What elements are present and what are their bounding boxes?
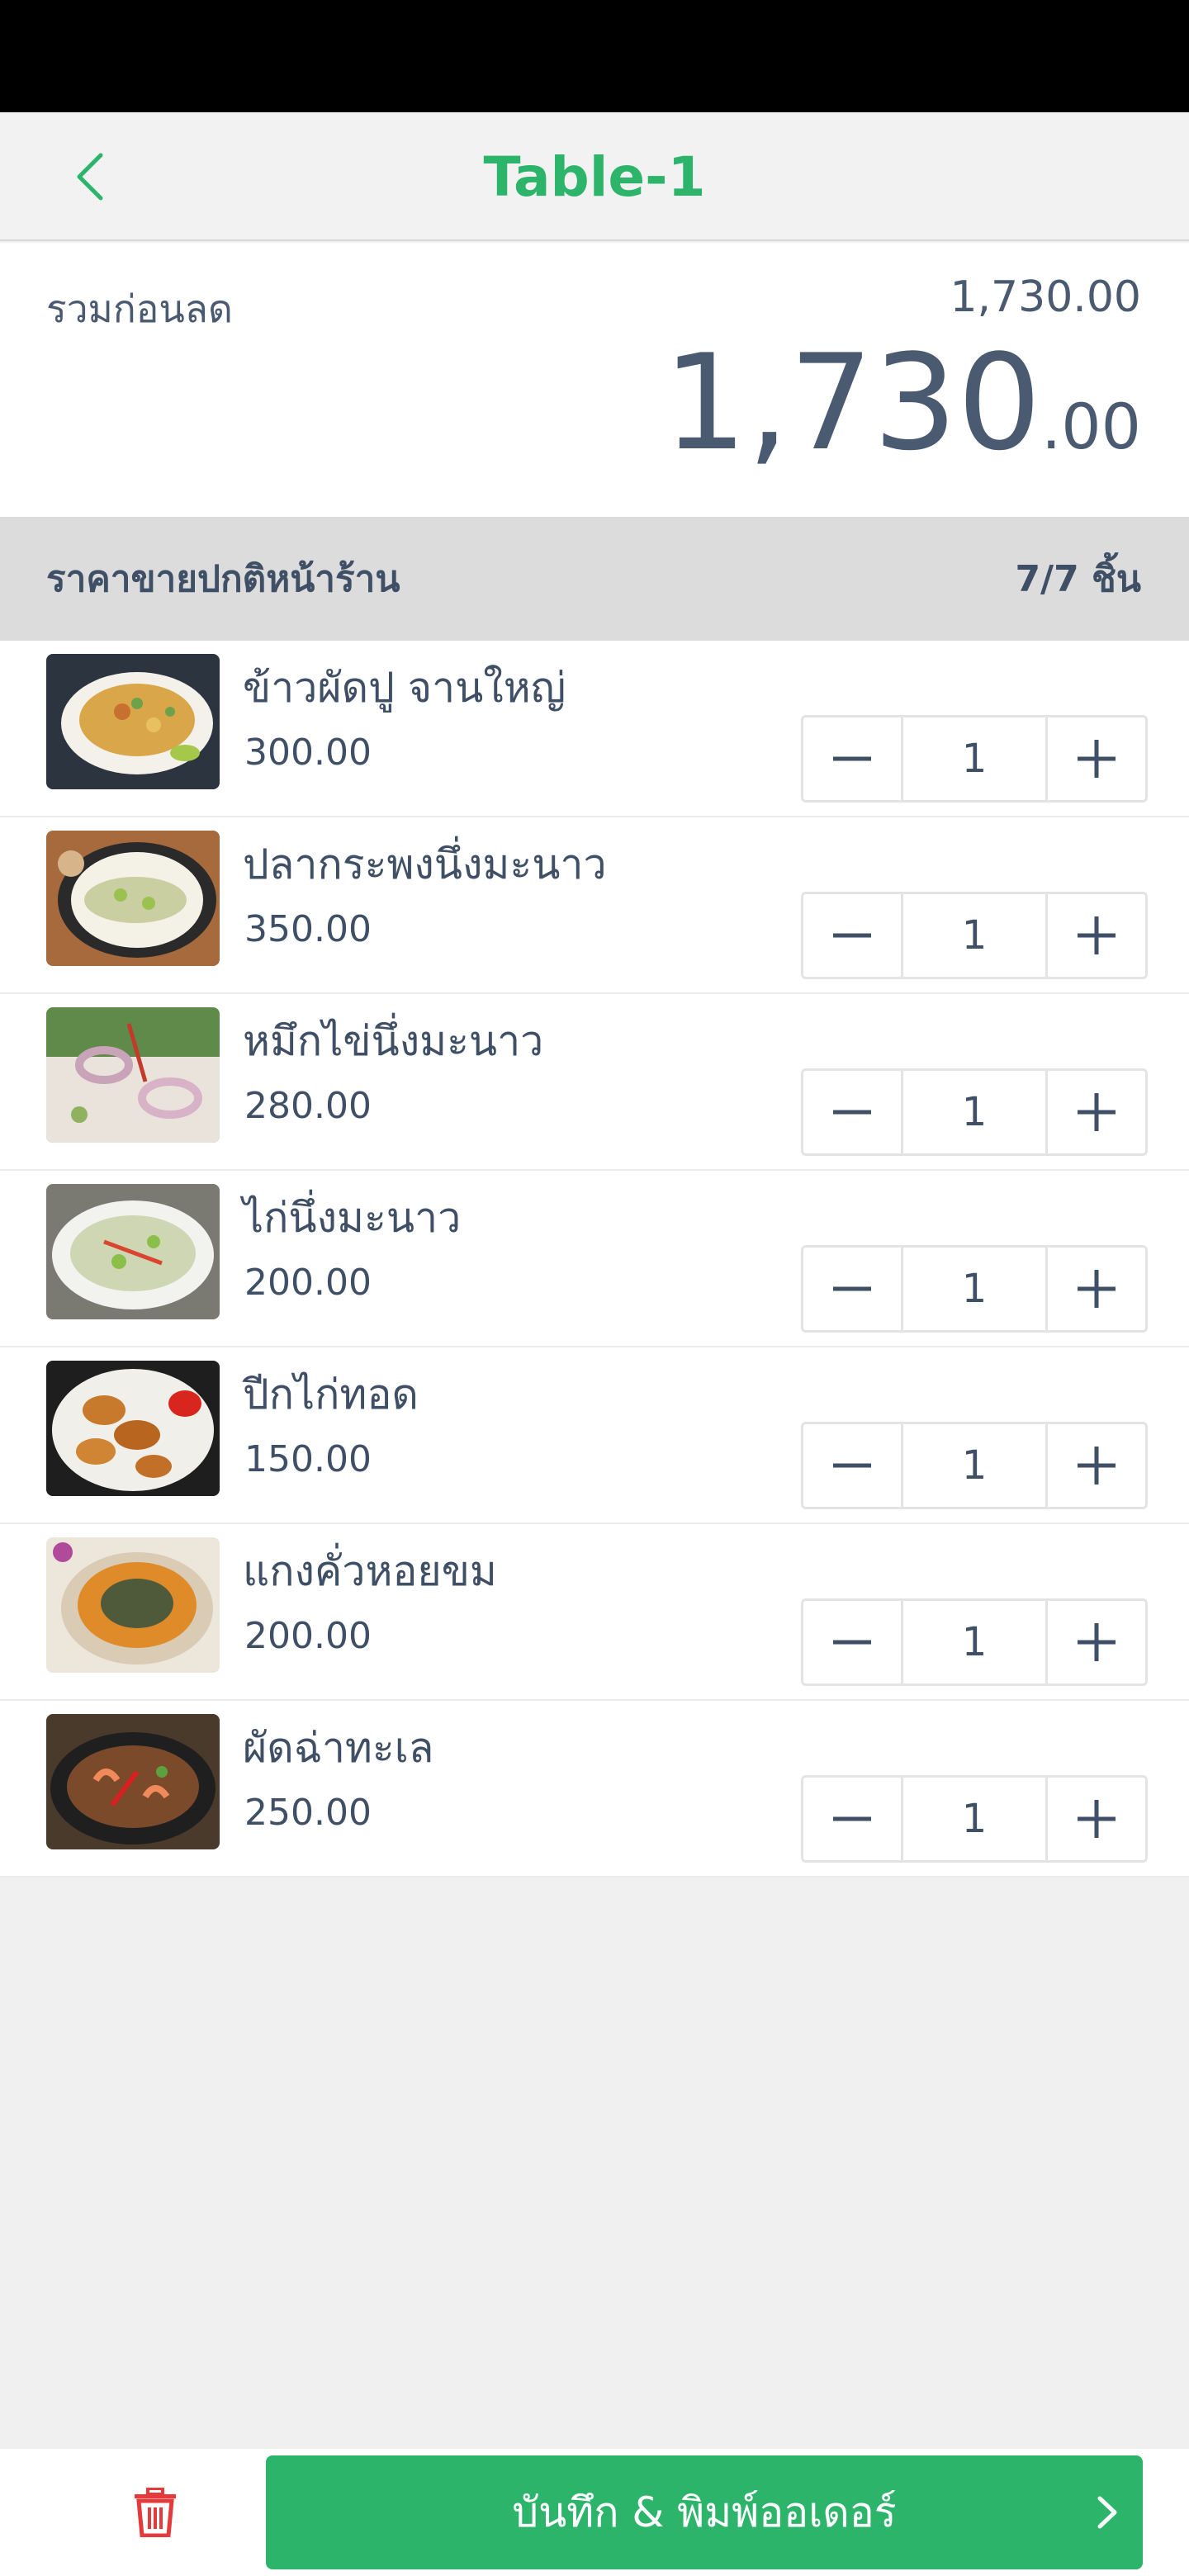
decrease-button[interactable] [803, 1248, 901, 1330]
item-name: ปลากระพงนึ่งมะนาว [243, 841, 607, 888]
increase-button[interactable] [1048, 894, 1145, 977]
list-item: ปลากระพงนึ่งมะนาว 350.00 1 [0, 817, 1189, 994]
minus-icon [833, 1286, 871, 1291]
quantity-value[interactable]: 1 [901, 1071, 1048, 1153]
order-item-list: ข้าวผัดปู จานใหญ่ 300.00 1 ปลากระพงนึ่งม… [0, 641, 1189, 1878]
plus-icon [1078, 916, 1116, 954]
minus-icon [833, 933, 871, 938]
submit-button-label: บันทึก & พิมพ์ออเดอร์ [512, 2488, 897, 2536]
quantity-value[interactable]: 1 [901, 1601, 1048, 1683]
status-bar [0, 0, 1189, 112]
plus-icon [1078, 1447, 1116, 1485]
item-price: 250.00 [244, 1792, 372, 1834]
increase-button[interactable] [1048, 1424, 1145, 1507]
decrease-button[interactable] [803, 717, 901, 800]
minus-icon [833, 1463, 871, 1468]
quantity-value[interactable]: 1 [901, 1778, 1048, 1860]
save-and-print-order-button[interactable]: บันทึก & พิมพ์ออเดอร์ [266, 2455, 1143, 2569]
item-name: แกงคั่วหอยขม [243, 1547, 497, 1595]
chevron-right-icon [1097, 2496, 1117, 2529]
increase-button[interactable] [1048, 717, 1145, 800]
plus-icon [1078, 740, 1116, 778]
quantity-value[interactable]: 1 [901, 1248, 1048, 1330]
item-name: หมึกไข่นึ่งมะนาว [243, 1017, 544, 1065]
quantity-stepper: 1 [801, 1245, 1148, 1333]
decrease-button[interactable] [803, 1601, 901, 1683]
list-item: ข้าวผัดปู จานใหญ่ 300.00 1 [0, 641, 1189, 817]
price-section-header: ราคาขายปกติหน้าร้าน 7/7 ชิ้น [0, 517, 1189, 641]
steamed-chicken-lime-photo [46, 1184, 220, 1319]
increase-button[interactable] [1048, 1778, 1145, 1860]
section-title: ราคาขายปกติหน้าร้าน [46, 558, 400, 600]
item-price: 200.00 [244, 1262, 372, 1304]
plus-icon [1078, 1270, 1116, 1308]
quantity-value[interactable]: 1 [901, 894, 1048, 977]
quantity-stepper: 1 [801, 1775, 1148, 1863]
spicy-seafood-stir-fry-photo [46, 1714, 220, 1849]
plus-icon [1078, 1800, 1116, 1838]
subtotal-label: รวมก่อนลด [46, 286, 233, 331]
delete-order-button[interactable] [106, 2467, 205, 2558]
list-item: ไก่นึ่งมะนาว 200.00 1 [0, 1171, 1189, 1347]
quantity-value[interactable]: 1 [901, 1424, 1048, 1507]
increase-button[interactable] [1048, 1071, 1145, 1153]
order-summary: รวมก่อนลด 1,730.00 1,730.00 [0, 243, 1189, 517]
steamed-squid-lime-photo [46, 1007, 220, 1143]
item-name: ไก่นึ่งมะนาว [243, 1194, 462, 1242]
snail-curry-photo [46, 1537, 220, 1673]
list-item: ผัดฉ่าทะเล 250.00 1 [0, 1701, 1189, 1878]
chevron-left-icon [77, 153, 103, 201]
decrease-button[interactable] [803, 1424, 901, 1507]
page-title: Table-1 [483, 144, 706, 209]
trash-icon [135, 2488, 176, 2537]
crab-fried-rice-photo [46, 654, 220, 789]
item-count: 7/7 ชิ้น [1015, 558, 1141, 600]
increase-button[interactable] [1048, 1248, 1145, 1330]
quantity-stepper: 1 [801, 1068, 1148, 1156]
steamed-sea-bass-lime-photo [46, 831, 220, 966]
list-item: แกงคั่วหอยขม 200.00 1 [0, 1524, 1189, 1701]
increase-button[interactable] [1048, 1601, 1145, 1683]
list-item: หมึกไข่นึ่งมะนาว 280.00 1 [0, 994, 1189, 1171]
back-button[interactable] [50, 135, 132, 218]
item-name: ผัดฉ่าทะเล [243, 1724, 434, 1772]
subtotal-value: 1,730.00 [950, 272, 1141, 322]
grand-total-decimal: .00 [1041, 390, 1141, 463]
grand-total: 1,730.00 [663, 329, 1141, 477]
item-price: 280.00 [244, 1085, 372, 1127]
minus-icon [833, 756, 871, 761]
minus-icon [833, 1640, 871, 1645]
item-price: 350.00 [244, 908, 372, 950]
quantity-stepper: 1 [801, 1422, 1148, 1509]
minus-icon [833, 1816, 871, 1821]
item-price: 150.00 [244, 1438, 372, 1480]
plus-icon [1078, 1093, 1116, 1131]
list-item: ปีกไก่ทอด 150.00 1 [0, 1347, 1189, 1524]
item-name: ข้าวผัดปู จานใหญ่ [243, 664, 566, 712]
item-price: 300.00 [244, 732, 372, 774]
quantity-value[interactable]: 1 [901, 717, 1048, 800]
minus-icon [833, 1110, 871, 1115]
quantity-stepper: 1 [801, 892, 1148, 979]
bottom-action-bar: บันทึก & พิมพ์ออเดอร์ [0, 2449, 1189, 2576]
decrease-button[interactable] [803, 1778, 901, 1860]
item-name: ปีกไก่ทอด [243, 1371, 419, 1418]
fried-chicken-wings-photo [46, 1361, 220, 1496]
nav-bar: Table-1 [0, 112, 1189, 241]
plus-icon [1078, 1623, 1116, 1661]
quantity-stepper: 1 [801, 715, 1148, 803]
grand-total-integer: 1,730 [663, 325, 1042, 480]
decrease-button[interactable] [803, 894, 901, 977]
item-price: 200.00 [244, 1615, 372, 1657]
decrease-button[interactable] [803, 1071, 901, 1153]
quantity-stepper: 1 [801, 1598, 1148, 1686]
